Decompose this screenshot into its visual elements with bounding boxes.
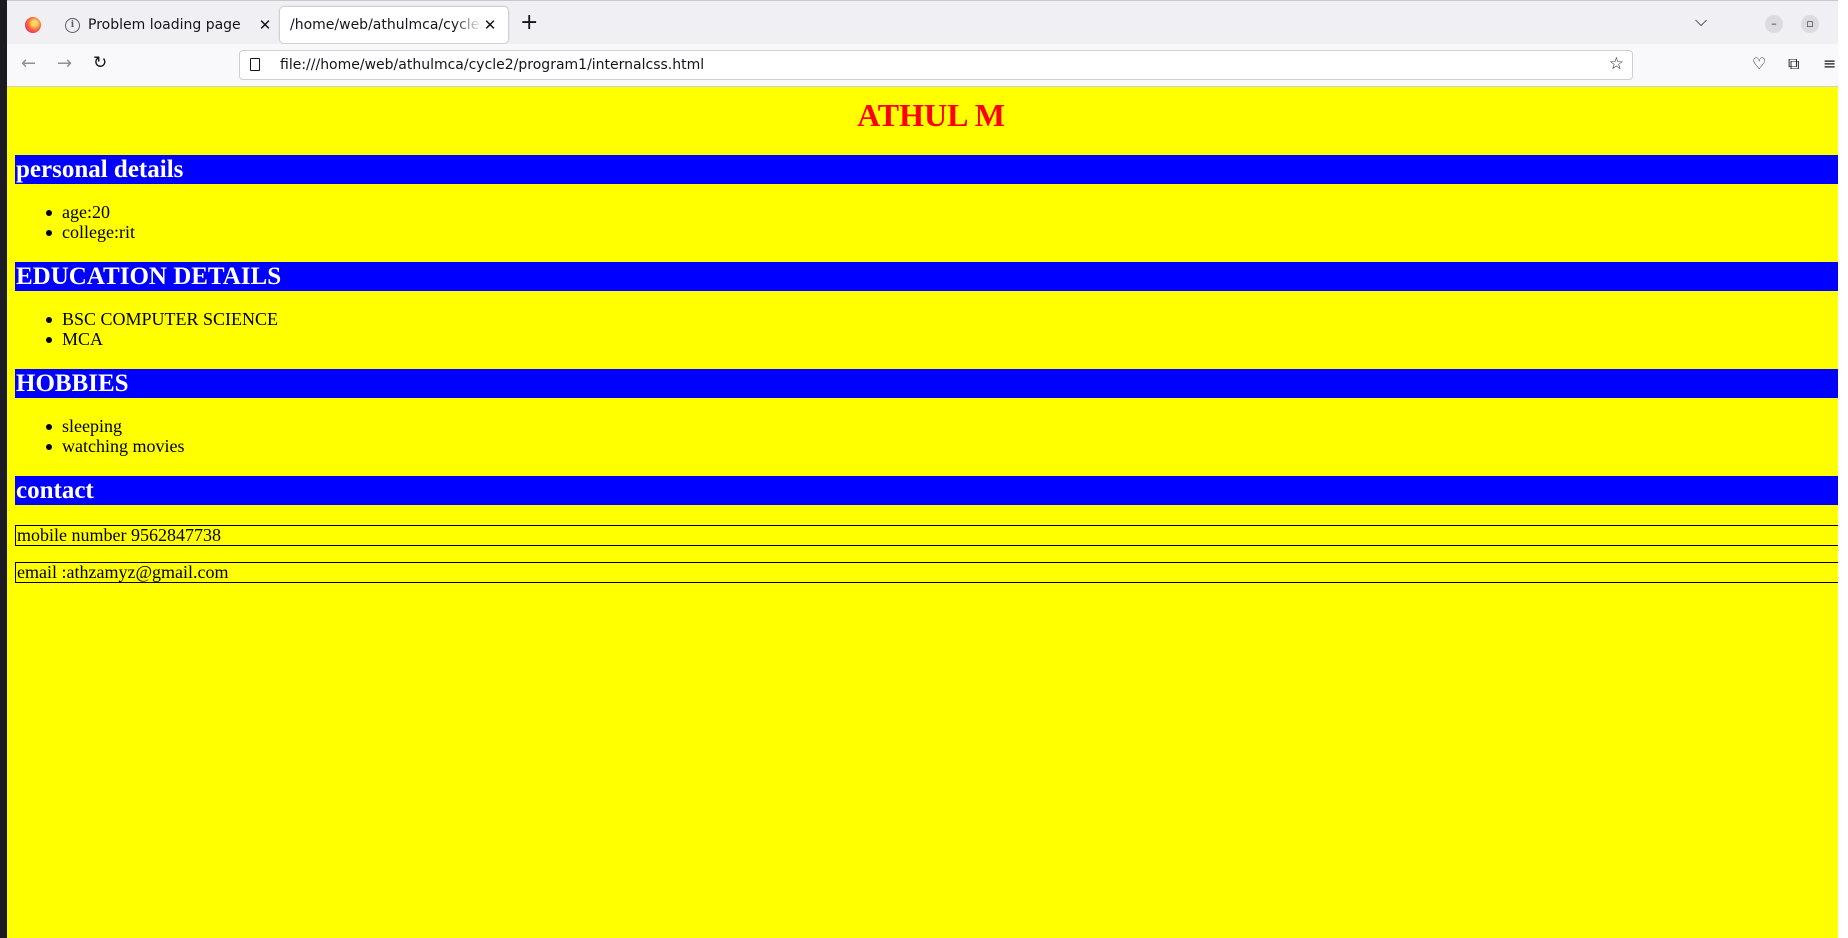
firefox-logo-icon (25, 17, 41, 33)
email-address: email :athzamyz@gmail.com (15, 562, 1848, 583)
menu-icon[interactable]: ≡ (1823, 54, 1836, 73)
mobile-number: mobile number 9562847738 (15, 525, 1848, 546)
desktop-edge (0, 0, 7, 938)
tab-title: Problem loading page (88, 17, 241, 33)
back-arrow-icon[interactable]: ← (21, 53, 36, 74)
heading-education-details: EDUCATION DETAILS (15, 262, 1848, 291)
pocket-icon[interactable]: ♡ (1752, 54, 1766, 73)
close-tab-icon[interactable]: ✕ (257, 16, 273, 34)
list-item: college:rit (45, 222, 135, 243)
new-tab-button[interactable]: + (520, 12, 538, 34)
navigation-toolbar: ← → ↻ file:///home/web/athulmca/cycle2/p… (7, 44, 1848, 87)
list-item: watching movies (45, 436, 184, 457)
tab-bar: i Problem loading page ✕ /home/web/athul… (7, 0, 1848, 45)
close-tab-icon[interactable]: ✕ (482, 16, 498, 34)
heading-hobbies: HOBBIES (15, 369, 1848, 398)
page-content: ATHUL M personal details age:20 college:… (7, 87, 1848, 938)
education-details-list: BSC COMPUTER SCIENCE MCA (45, 309, 278, 350)
minimize-icon[interactable]: – (1765, 15, 1783, 33)
page-title: ATHUL M (857, 97, 1005, 133)
list-item: BSC COMPUTER SCIENCE (45, 309, 278, 330)
personal-details-list: age:20 college:rit (45, 202, 135, 243)
url-text[interactable]: file:///home/web/athulmca/cycle2/program… (280, 51, 704, 79)
list-all-tabs-chevron-icon[interactable]: ⌵ (1695, 11, 1707, 31)
extensions-icon[interactable]: ⧉ (1788, 54, 1799, 74)
reload-icon[interactable]: ↻ (93, 53, 107, 73)
tab-title: /home/web/athulmca/cycle2/program1/inter… (290, 17, 482, 33)
list-item: age:20 (45, 202, 135, 223)
desktop-edge-right (1838, 0, 1848, 938)
address-bar[interactable]: file:///home/web/athulmca/cycle2/program… (239, 50, 1633, 80)
list-item: MCA (45, 329, 278, 350)
tab-internalcss[interactable]: /home/web/athulmca/cycle2/program1/inter… (280, 7, 508, 43)
list-item: sleeping (45, 416, 184, 437)
heading-contact: contact (15, 476, 1848, 505)
tab-problem-loading[interactable]: i Problem loading page ✕ (55, 7, 283, 43)
heading-personal-details: personal details (15, 155, 1848, 184)
bookmark-star-icon[interactable]: ☆ (1609, 54, 1624, 74)
page-icon (250, 58, 260, 71)
info-icon: i (65, 17, 80, 33)
hobbies-list: sleeping watching movies (45, 416, 184, 457)
restore-icon[interactable]: ▫ (1801, 15, 1819, 33)
forward-arrow-icon[interactable]: → (57, 53, 72, 74)
firefox-view-button[interactable] (15, 7, 51, 43)
